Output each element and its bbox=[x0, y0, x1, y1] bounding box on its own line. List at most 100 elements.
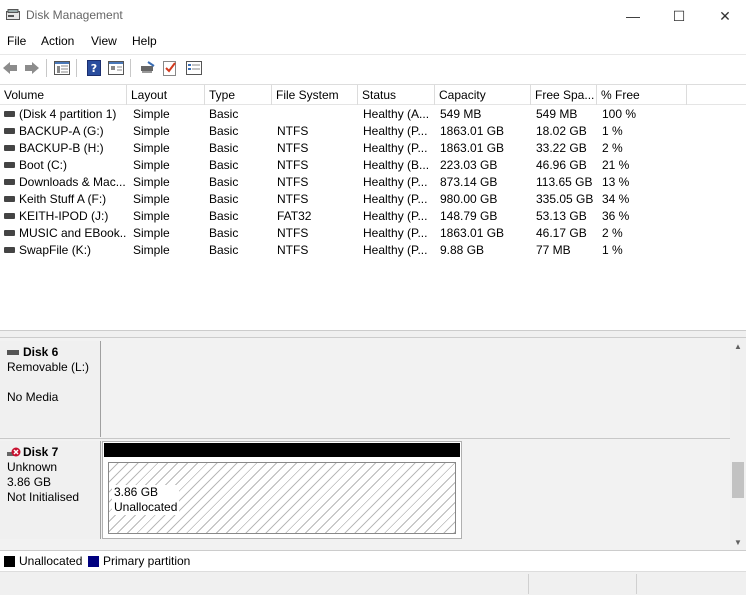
cell-volume: Boot (C:) bbox=[4, 158, 126, 174]
cell-volume: KEITH-IPOD (J:) bbox=[4, 209, 126, 225]
partition-size: 3.86 GB bbox=[114, 485, 159, 499]
vertical-scrollbar[interactable]: ▲ ▼ bbox=[730, 338, 746, 550]
cell-volume: (Disk 4 partition 1) bbox=[4, 107, 126, 123]
cell-file-system: NTFS bbox=[277, 226, 309, 240]
volume-name: Boot (C:) bbox=[19, 158, 68, 172]
table-row[interactable]: BACKUP-B (H:) Simple Basic NTFS Healthy (P..… bbox=[0, 140, 746, 157]
connect-drive-icon[interactable] bbox=[138, 58, 158, 78]
svg-text:?: ? bbox=[91, 62, 97, 75]
cell-free-space: 33.22 GB bbox=[536, 141, 587, 155]
cell-type: Basic bbox=[209, 124, 239, 138]
minimize-button[interactable]: — bbox=[610, 0, 656, 32]
disk-7-partition[interactable]: 3.86 GB Unallocated bbox=[102, 441, 462, 539]
toolbar: ? bbox=[0, 54, 746, 80]
unallocated-swatch bbox=[4, 556, 15, 567]
back-icon[interactable] bbox=[0, 58, 20, 78]
cell-layout: Simple bbox=[133, 243, 170, 257]
legend-unallocated: Unallocated bbox=[19, 554, 83, 568]
column-header-file-system[interactable]: File System bbox=[272, 85, 358, 105]
disk-7-label[interactable]: Disk 7 Unknown 3.86 GB Not Initialised bbox=[0, 441, 101, 539]
menu-action[interactable]: Action bbox=[40, 34, 75, 48]
legend-primary-partition: Primary partition bbox=[103, 554, 191, 568]
cell-type: Basic bbox=[209, 209, 239, 223]
volume-drive-icon bbox=[4, 195, 15, 202]
table-row[interactable]: Keith Stuff A (F:) Simple Basic NTFS Healthy… bbox=[0, 191, 746, 208]
column-header-capacity[interactable]: Capacity bbox=[435, 85, 531, 105]
volume-drive-icon bbox=[4, 110, 15, 117]
cell-percent-free: 21 % bbox=[602, 158, 630, 172]
cell-percent-free: 100 % bbox=[602, 107, 637, 121]
volume-drive-icon bbox=[4, 229, 15, 236]
cell-file-system: NTFS bbox=[277, 175, 309, 189]
table-row[interactable]: MUSIC and EBook... Simple Basic NTFS Healthy… bbox=[0, 225, 746, 242]
volume-name: MUSIC and EBook... bbox=[19, 226, 126, 240]
cell-capacity: 873.14 GB bbox=[440, 175, 498, 189]
column-header-free-space[interactable]: Free Spa... bbox=[531, 85, 597, 105]
cell-volume: BACKUP-A (G:) bbox=[4, 124, 126, 140]
cell-capacity: 980.00 GB bbox=[440, 192, 498, 206]
cell-volume: MUSIC and EBook... bbox=[4, 226, 126, 242]
scrollbar-thumb[interactable] bbox=[732, 462, 744, 498]
volume-name: SwapFile (K:) bbox=[19, 243, 92, 257]
partition-color-bar bbox=[104, 443, 460, 457]
cell-percent-free: 1 % bbox=[602, 243, 623, 257]
cell-percent-free: 1 % bbox=[602, 124, 623, 138]
cell-layout: Simple bbox=[133, 226, 170, 240]
column-header-status[interactable]: Status bbox=[358, 85, 435, 105]
cell-percent-free: 2 % bbox=[602, 141, 623, 155]
volume-drive-icon bbox=[4, 144, 15, 151]
cell-status: Healthy (A... bbox=[363, 107, 430, 121]
cell-status: Healthy (P... bbox=[363, 192, 428, 206]
table-row[interactable]: BACKUP-A (G:) Simple Basic NTFS Healthy (P..… bbox=[0, 123, 746, 140]
cell-free-space: 53.13 GB bbox=[536, 209, 587, 223]
partition-label: Unallocated bbox=[114, 500, 178, 514]
cell-status: Healthy (B... bbox=[363, 158, 430, 172]
table-row[interactable]: Downloads & Mac... Simple Basic NTFS Healthy… bbox=[0, 174, 746, 191]
column-header-percent-free[interactable]: % Free bbox=[597, 85, 687, 105]
help-icon[interactable]: ? bbox=[84, 58, 104, 78]
forward-icon[interactable] bbox=[22, 58, 42, 78]
cell-type: Basic bbox=[209, 141, 239, 155]
cell-file-system: NTFS bbox=[277, 192, 309, 206]
cell-free-space: 335.05 GB bbox=[536, 192, 594, 206]
scroll-down-icon[interactable]: ▼ bbox=[730, 534, 746, 550]
cell-free-space: 46.96 GB bbox=[536, 158, 587, 172]
menu-help[interactable]: Help bbox=[131, 34, 158, 48]
menu-file[interactable]: File bbox=[6, 34, 27, 48]
disk-6-label[interactable]: Disk 6 Removable (L:) No Media bbox=[0, 341, 101, 437]
cell-free-space: 77 MB bbox=[536, 243, 571, 257]
table-row[interactable]: KEITH-IPOD (J:) Simple Basic FAT32 Healthy (… bbox=[0, 208, 746, 225]
settings-list-icon[interactable] bbox=[184, 58, 204, 78]
pane-splitter[interactable] bbox=[0, 330, 746, 338]
cell-layout: Simple bbox=[133, 209, 170, 223]
show-hide-console-tree-icon[interactable] bbox=[52, 58, 72, 78]
close-button[interactable]: ✕ bbox=[702, 0, 746, 32]
check-icon[interactable] bbox=[160, 58, 180, 78]
table-row[interactable]: SwapFile (K:) Simple Basic NTFS Healthy (P..… bbox=[0, 242, 746, 259]
cell-capacity: 148.79 GB bbox=[440, 209, 498, 223]
volume-list-header: Volume Layout Type File System Status Ca… bbox=[0, 85, 746, 105]
table-row[interactable]: (Disk 4 partition 1) Simple Basic Healthy (… bbox=[0, 106, 746, 123]
table-row[interactable]: Boot (C:) Simple Basic NTFS Healthy (B... 223… bbox=[0, 157, 746, 174]
properties-icon[interactable] bbox=[106, 58, 126, 78]
volume-name: BACKUP-A (G:) bbox=[19, 124, 104, 138]
scroll-up-icon[interactable]: ▲ bbox=[730, 338, 746, 354]
cell-file-system: FAT32 bbox=[277, 209, 312, 223]
cell-capacity: 9.88 GB bbox=[440, 243, 485, 257]
unallocated-space[interactable]: 3.86 GB Unallocated bbox=[108, 462, 456, 534]
cell-percent-free: 2 % bbox=[602, 226, 623, 240]
volume-list: Volume Layout Type File System Status Ca… bbox=[0, 84, 746, 330]
toolbar-separator bbox=[76, 59, 77, 77]
cell-type: Basic bbox=[209, 175, 239, 189]
disk-size bbox=[7, 375, 93, 390]
menu-view[interactable]: View bbox=[90, 34, 118, 48]
maximize-button[interactable]: ☐ bbox=[656, 0, 702, 32]
volume-name: KEITH-IPOD (J:) bbox=[19, 209, 109, 223]
column-header-layout[interactable]: Layout bbox=[127, 85, 205, 105]
column-header-volume[interactable]: Volume bbox=[0, 85, 127, 105]
cell-free-space: 113.65 GB bbox=[536, 175, 593, 189]
column-header-type[interactable]: Type bbox=[205, 85, 272, 105]
disk-management-app-icon bbox=[6, 9, 20, 20]
disk-name: Disk 6 bbox=[23, 345, 59, 359]
cell-layout: Simple bbox=[133, 141, 170, 155]
